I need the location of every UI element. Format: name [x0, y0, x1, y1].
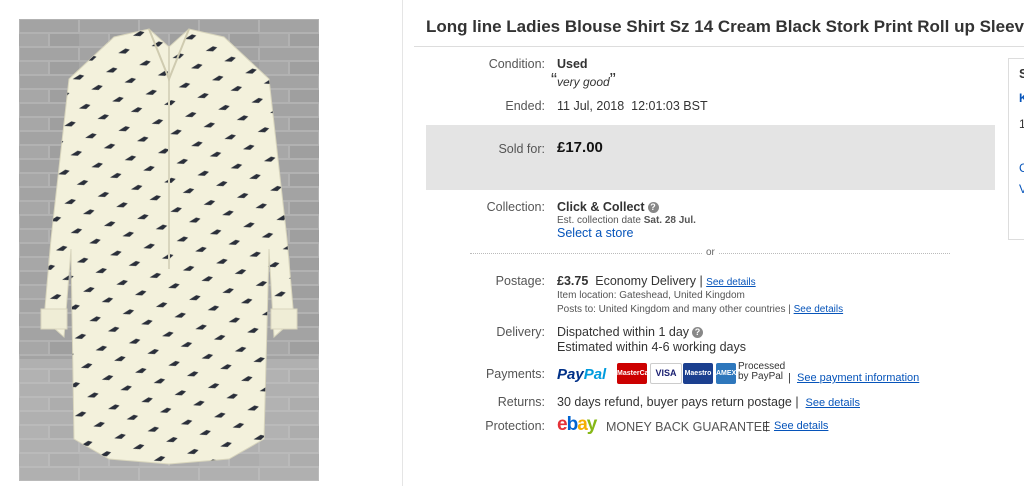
seller-sidebar [1008, 58, 1024, 240]
sidebar-char-v[interactable]: V [1019, 182, 1024, 196]
image-gallery [0, 0, 403, 486]
collection-est-date: Sat. 28 Jul. [643, 215, 696, 226]
protection-see-details-link[interactable]: See details [774, 420, 828, 432]
item-location: Item location: Gateshead, United Kingdom [557, 290, 745, 301]
returns-see-details-link[interactable]: See details [806, 397, 860, 409]
money-back-guarantee: MONEY BACK GUARANTEE [606, 420, 771, 434]
ebay-logo: ebay [557, 414, 598, 436]
condition-value: Used [557, 57, 588, 71]
processed-by-paypal: Processed by PayPal [738, 362, 785, 382]
sidebar-char-s: S [1019, 66, 1024, 81]
click-collect: Click & Collect? [557, 200, 659, 214]
mastercard-icon: MasterCard [617, 363, 656, 384]
sidebar-char-k[interactable]: K [1019, 91, 1024, 105]
maestro-icon: Maestro [683, 363, 713, 384]
delivery-label: Delivery: [496, 325, 545, 339]
posts-to-text: Posts to: United Kingdom and many other … [557, 304, 786, 315]
ended-label: Ended: [505, 99, 545, 113]
condition-note: “very good” [551, 70, 616, 91]
collection-estimate: Est. collection date Sat. 28 Jul. [557, 215, 696, 226]
sold-label: Sold for: [498, 142, 545, 156]
paypal-logo: PayPal [557, 366, 606, 383]
delivery-estimate: Estimated within 4-6 working days [557, 340, 746, 354]
collection-label: Collection: [486, 200, 545, 214]
condition-label: Condition: [488, 57, 545, 71]
ended-value: 11 Jul, 2018 12:01:03 BST [557, 99, 708, 113]
or-text: or [702, 247, 719, 258]
ended-time: 12:01:03 BST [631, 99, 708, 113]
item-title: Long line Ladies Blouse Shirt Sz 14 Crea… [426, 17, 1024, 36]
postage-label: Postage: [495, 274, 545, 288]
postage-see-details-link[interactable]: See details [706, 277, 755, 288]
processed-line2: by PayPal [738, 371, 784, 382]
product-photo[interactable] [19, 19, 319, 481]
condition-note-text: very good [557, 75, 610, 89]
sold-price-panel [426, 125, 995, 190]
payments-label: Payments: [485, 367, 545, 381]
collection-est-label: Est. collection date [557, 215, 641, 226]
ebay-letter-e: e [557, 414, 568, 435]
close-quote-icon: ” [609, 70, 616, 90]
paypal-logo-text: PayPal [557, 366, 607, 383]
visa-icon: VISA [650, 363, 682, 384]
sidebar-char-c[interactable]: C [1019, 161, 1024, 175]
sold-price: £17.00 [557, 139, 603, 156]
select-store-link[interactable]: Select a store [557, 226, 633, 240]
protection-label: Protection: [485, 419, 545, 433]
help-icon[interactable]: ? [647, 202, 659, 214]
postage-service: Economy Delivery [595, 274, 696, 288]
amex-icon: AMEX [716, 363, 736, 384]
ebay-letter-y: y [586, 414, 598, 435]
returns-label: Returns: [497, 395, 545, 409]
ebay-letter-b: b [566, 414, 579, 435]
posts-to: Posts to: United Kingdom and many other … [557, 304, 844, 315]
returns-text: 30 days refund, buyer pays return postag… [557, 395, 792, 409]
posts-to-see-details-link[interactable]: See details [794, 304, 843, 315]
ebay-letter-a: a [577, 414, 588, 435]
postage-line: £3.75 Economy Delivery | See details [557, 274, 756, 288]
sidebar-char-1: 1 [1019, 117, 1024, 131]
protection-details: | See details [765, 420, 829, 432]
returns-line: 30 days refund, buyer pays return postag… [557, 395, 860, 409]
delivery-dispatch: Dispatched within 1 day? [557, 325, 704, 339]
postage-price: £3.75 [557, 274, 589, 288]
delivery-dispatched-text: Dispatched within 1 day [557, 325, 690, 339]
see-payment-information-link[interactable]: See payment information [797, 372, 919, 384]
title-divider [414, 46, 1024, 47]
ended-date: 11 Jul, 2018 [557, 99, 625, 113]
click-collect-text: Click & Collect [557, 200, 645, 214]
blouse-illustration [19, 19, 319, 481]
payment-info: | See payment information [788, 372, 920, 384]
help-icon[interactable]: ? [692, 327, 704, 339]
